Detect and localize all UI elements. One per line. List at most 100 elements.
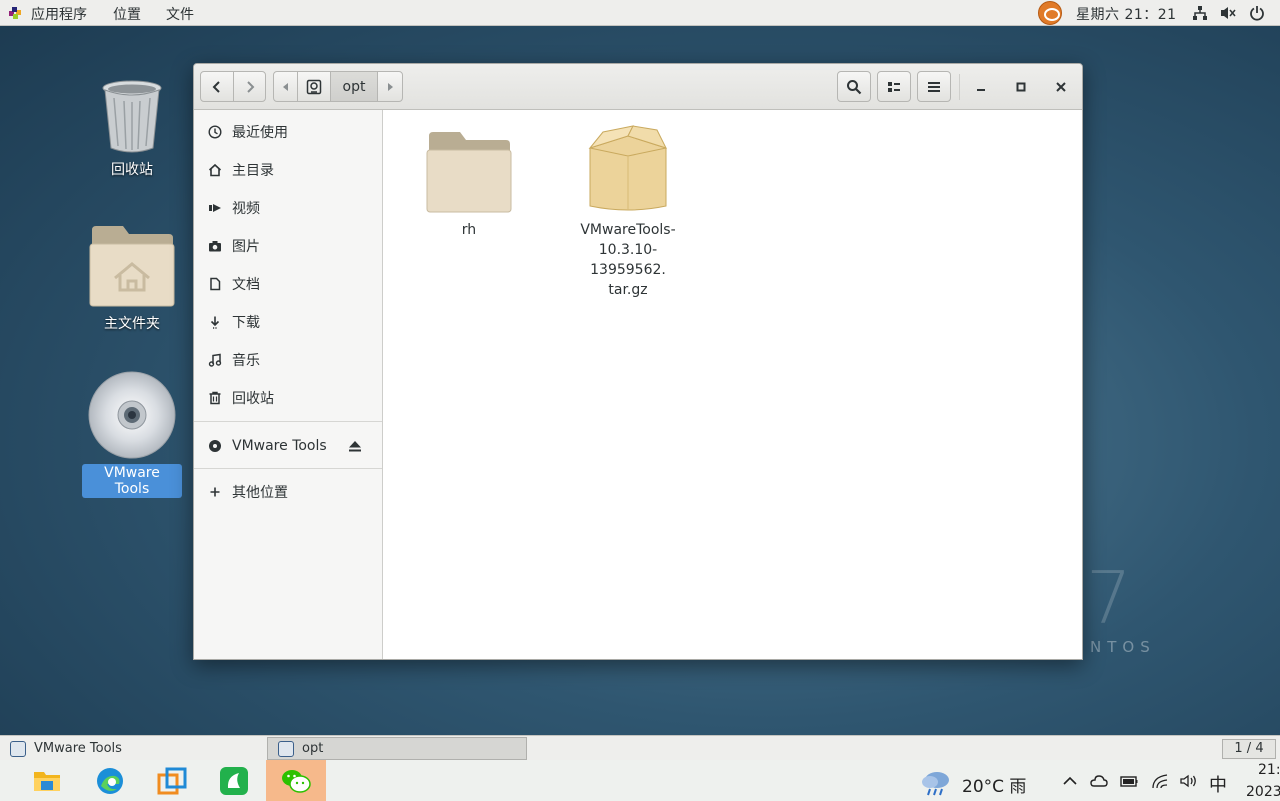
desktop-label: 主文件夹 — [104, 316, 160, 332]
window-icon — [10, 740, 26, 757]
task-label: opt — [302, 741, 324, 756]
music-icon — [208, 353, 222, 367]
sidebar-item-label: 视频 — [232, 201, 260, 217]
weather-text[interactable]: 20°C 雨 — [962, 772, 1026, 797]
trash-icon — [209, 391, 221, 405]
desktop-icon-vmware-tools[interactable]: VMware Tools — [82, 370, 182, 498]
sidebar-item-recent[interactable]: 最近使用 — [194, 115, 382, 149]
sidebar-separator — [194, 421, 382, 422]
sidebar-item-music[interactable]: 音乐 — [194, 343, 382, 377]
maximize-button[interactable] — [1011, 77, 1031, 97]
centos-watermark: NTOS — [1090, 638, 1156, 656]
places-menu[interactable]: 位置 — [113, 4, 141, 24]
weather-rain-icon[interactable] — [920, 769, 954, 797]
sidebar-item-label: 主目录 — [232, 163, 274, 179]
back-button[interactable] — [200, 71, 234, 102]
applications-icon[interactable] — [8, 6, 22, 20]
sidebar-item-label: 文档 — [232, 277, 260, 293]
file-name: rh — [461, 222, 477, 238]
sidebar-item-label: 回收站 — [232, 391, 274, 407]
power-icon[interactable] — [1249, 5, 1265, 21]
path-scroll-right-button[interactable] — [377, 71, 403, 102]
task-vmware-tools[interactable]: VMware Tools — [0, 737, 262, 760]
desktop-icon-trash[interactable]: 回收站 — [82, 78, 182, 180]
file-manager-window: opt 最近使用 主目录 视频 图片 文档 下载 音乐 回收站 VMware T… — [193, 63, 1083, 660]
green-app-icon — [220, 766, 248, 795]
applications-menu[interactable]: 应用程序 — [31, 4, 87, 24]
task-label: VMware Tools — [34, 741, 122, 756]
download-icon — [210, 316, 220, 329]
sidebar-item-videos[interactable]: 视频 — [194, 191, 382, 225]
forward-button[interactable] — [233, 71, 266, 102]
explorer-app[interactable] — [17, 760, 77, 801]
disc-icon — [88, 371, 176, 459]
workspace-pager[interactable]: 1 / 4 — [1222, 739, 1276, 759]
wechat-icon — [282, 769, 311, 793]
camera-icon — [209, 241, 221, 252]
edge-browser-icon — [97, 767, 123, 794]
chevron-up-icon[interactable] — [1061, 772, 1079, 790]
task-opt[interactable]: opt — [267, 737, 527, 760]
sidebar-item-label: 其他位置 — [232, 485, 288, 501]
document-icon — [210, 277, 221, 291]
bottom-panel: VMware Tools opt 1 / 4 — [0, 735, 1280, 760]
sidebar-item-documents[interactable]: 文档 — [194, 267, 382, 301]
file-name-line: VMwareTools- — [580, 222, 676, 238]
video-icon — [209, 204, 221, 212]
host-date[interactable]: 2023 — [1246, 784, 1280, 800]
clock[interactable]: 星期六 21：21 — [1076, 4, 1177, 24]
desktop-label: VMware Tools — [82, 464, 182, 498]
menu-button[interactable] — [917, 71, 951, 102]
sidebar-item-other-locations[interactable]: 其他位置 — [194, 475, 382, 509]
view-list-button[interactable] — [877, 71, 911, 102]
green-app[interactable] — [204, 760, 264, 801]
centos-watermark-digit: 7 — [1086, 556, 1132, 640]
eject-icon[interactable] — [348, 439, 362, 453]
minimize-button[interactable] — [971, 77, 991, 97]
maximize-icon — [1016, 82, 1026, 92]
sidebar-item-vmware-tools[interactable]: VMware Tools — [194, 429, 382, 463]
trash-icon — [102, 80, 162, 153]
file-item-archive[interactable]: VMwareTools- 10.3.10-13959562. tar.gz — [564, 122, 692, 300]
sidebar-item-downloads[interactable]: 下载 — [194, 305, 382, 339]
sidebar-item-label: VMware Tools — [232, 438, 327, 454]
vmware-app[interactable] — [142, 760, 202, 801]
app-indicator-icon[interactable] — [1038, 1, 1062, 25]
path-root-button[interactable] — [297, 71, 331, 102]
ime-indicator[interactable]: 中 — [1209, 771, 1227, 797]
desktop-label: 回收站 — [111, 162, 153, 178]
host-time[interactable]: 21: — [1258, 762, 1280, 778]
wechat-app[interactable] — [266, 760, 326, 801]
file-view[interactable]: rh VMwareTools- 10.3.10-13959562. tar.gz — [383, 110, 1082, 659]
wifi-icon[interactable] — [1151, 772, 1169, 790]
triangle-right-icon — [388, 82, 393, 91]
cloud-icon[interactable] — [1090, 772, 1108, 790]
file-name-line: 10.3.10-13959562. — [590, 242, 666, 278]
list-view-icon — [888, 81, 900, 92]
hamburger-menu-icon — [928, 81, 940, 92]
search-icon — [847, 79, 862, 94]
sidebar-item-label: 音乐 — [232, 353, 260, 369]
file-menu[interactable]: 文件 — [166, 4, 194, 24]
close-icon — [1056, 82, 1066, 92]
network-icon[interactable] — [1192, 5, 1208, 21]
edge-app[interactable] — [80, 760, 140, 801]
sidebar-separator — [194, 468, 382, 469]
sidebar-item-home[interactable]: 主目录 — [194, 153, 382, 187]
home-icon — [208, 163, 222, 177]
sidebar-item-pictures[interactable]: 图片 — [194, 229, 382, 263]
path-label: opt — [342, 78, 366, 95]
path-scroll-left-button[interactable] — [273, 71, 298, 102]
triangle-left-icon — [282, 82, 288, 91]
speaker-icon[interactable] — [1180, 772, 1198, 790]
path-segment-opt[interactable]: opt — [330, 71, 378, 102]
close-button[interactable] — [1051, 77, 1071, 97]
sidebar-item-label: 下载 — [232, 315, 260, 331]
desktop-icon-home[interactable]: 主文件夹 — [82, 224, 182, 334]
file-item-folder[interactable]: rh — [405, 130, 533, 240]
search-button[interactable] — [837, 71, 871, 102]
battery-icon[interactable] — [1120, 772, 1138, 790]
folder-icon — [426, 132, 512, 213]
sidebar-item-trash[interactable]: 回收站 — [194, 381, 382, 415]
volume-muted-icon[interactable] — [1220, 5, 1236, 21]
